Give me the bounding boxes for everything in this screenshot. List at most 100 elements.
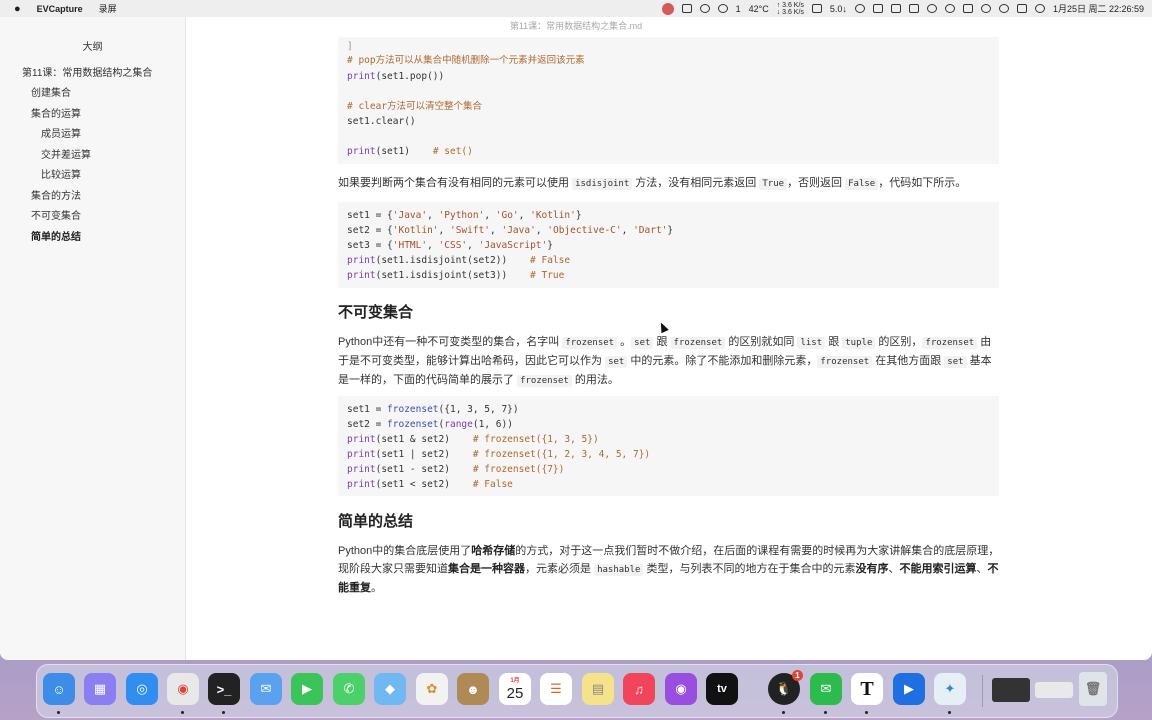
text: 类型，与列表不同的地方在于集合中的元素 xyxy=(643,563,856,575)
menu-app-name[interactable]: EVCapture xyxy=(37,4,83,14)
bluetooth-icon[interactable] xyxy=(944,4,955,13)
record-icon[interactable] xyxy=(854,4,865,13)
cpu-temp[interactable]: 42°C xyxy=(749,4,769,14)
recent-window-thumbnail[interactable] xyxy=(992,678,1030,702)
mouse-pointer-icon xyxy=(657,320,669,334)
code-builtin: print xyxy=(347,255,376,266)
text: Python中的集合底层使用了 xyxy=(338,545,472,557)
control-center-icon[interactable] xyxy=(1016,4,1027,13)
grid-icon[interactable] xyxy=(699,4,710,13)
video-app-icon[interactable]: ▶ xyxy=(893,673,925,705)
contacts-icon[interactable]: ☻ xyxy=(457,673,489,705)
inline-code: tuple xyxy=(842,337,876,349)
siri-icon[interactable] xyxy=(1034,4,1045,13)
evcapture-status-icon[interactable] xyxy=(661,2,674,15)
outline-item-methods[interactable]: 集合的方法 xyxy=(31,187,81,202)
reminders-icon[interactable]: ☰ xyxy=(540,673,572,705)
speed-indicator[interactable]: 5.0↓ xyxy=(830,4,847,14)
search-icon[interactable] xyxy=(998,4,1009,13)
wechat-icon[interactable] xyxy=(717,4,728,13)
code-line: set1 = {'Java', 'Python', 'Go', 'Kotlin'… xyxy=(347,209,582,223)
code-line: print(set1 - set2) # frozenset({7}) xyxy=(347,463,564,477)
clock[interactable]: 1月25日 周二 22:26:59 xyxy=(1053,2,1144,15)
code-block-pop-clear[interactable]: ] # pop方法可以从集合中随机删除一个元素并返回该元素 print(set1… xyxy=(338,37,999,164)
code-text: set3 = { xyxy=(347,240,393,251)
code-text: , xyxy=(518,210,531,221)
trash-icon[interactable]: 🗑 xyxy=(1079,672,1107,706)
code-line: print(set1 | set2) # frozenset({1, 2, 3,… xyxy=(347,448,650,462)
safari-icon[interactable]: ◎ xyxy=(126,673,158,705)
inline-code: frozenset xyxy=(670,337,726,349)
qq-icon[interactable]: 🐧 1 xyxy=(768,670,803,705)
code-comment: # set() xyxy=(432,146,473,157)
qr-icon[interactable] xyxy=(681,4,692,13)
code-text: set1 = { xyxy=(347,210,393,221)
code-block-isdisjoint[interactable]: set1 = {'Java', 'Python', 'Go', 'Kotlin'… xyxy=(338,202,999,288)
apple-icon[interactable]: ● xyxy=(14,3,21,15)
volume-icon[interactable] xyxy=(926,4,937,13)
typora-icon[interactable]: T xyxy=(851,673,883,705)
outline-item-frozenset[interactable]: 不可变集合 xyxy=(31,207,81,222)
menu-bar: ● EVCapture 录屏 1 42°C ↑ 3.6 K/s ↓ 3.6 K/s… xyxy=(0,0,1152,18)
menu-record[interactable]: 录屏 xyxy=(99,2,117,15)
outline-title: 大纲 xyxy=(82,42,103,53)
finder-icon[interactable]: ☺ xyxy=(43,673,75,705)
code-block-frozenset[interactable]: set1 = frozenset({1, 3, 5, 7}) set2 = fr… xyxy=(338,396,999,496)
outline-item-summary[interactable]: 简单的总结 xyxy=(31,228,81,243)
text: 。 xyxy=(617,336,632,348)
inline-code: set xyxy=(631,337,654,349)
code-comment: # pop方法可以从集合中随机删除一个元素并返回该元素 xyxy=(347,55,585,66)
document-content[interactable]: ] # pop方法可以从集合中随机删除一个元素并返回该元素 print(set1… xyxy=(185,17,1152,660)
mail-icon[interactable]: ✉ xyxy=(250,673,282,705)
facetime-icon[interactable]: ▶ xyxy=(291,673,323,705)
wifi-icon[interactable] xyxy=(980,4,991,13)
calendar-icon[interactable]: 1月 25 xyxy=(499,673,531,705)
apple-tv-icon[interactable]: tv xyxy=(706,673,738,705)
code-line: print(set1.isdisjoint(set3)) # True xyxy=(347,269,564,283)
code-string: 'Java' xyxy=(392,210,428,221)
editor-window: 大纲 第11课：常用数据结构之集合 创建集合 集合的运算 成员运算 交并差运算 … xyxy=(0,17,1152,660)
terminal-icon[interactable]: >_ xyxy=(208,673,240,705)
outline-item-union-diff[interactable]: 交并差运算 xyxy=(41,146,91,161)
notification-count[interactable]: 1 xyxy=(736,4,741,14)
paragraph-frozenset: Python中还有一种不可变类型的集合，名字叫 frozenset 。 set 跟… xyxy=(338,333,1002,390)
music-icon[interactable]: ♫ xyxy=(623,673,655,705)
recent-window-thumbnail[interactable] xyxy=(1035,682,1073,698)
display-icon[interactable] xyxy=(890,4,901,13)
outline-item-create-set[interactable]: 创建集合 xyxy=(31,84,71,99)
code-comment: # frozenset({1, 3, 5}) xyxy=(472,434,599,445)
maps-icon[interactable]: ◆ xyxy=(374,673,406,705)
wechat-app-icon[interactable]: ✉ xyxy=(810,673,842,705)
dock: ☺ ▦ ◎ ◉ >_ ✉ ▶ ✆ ◆ ✿ ☻ 1月 25 ☰ ▤ ♫ ◉ tv … xyxy=(36,664,1118,718)
text: ，元素必须是 xyxy=(525,563,595,575)
messages-icon[interactable]: ✆ xyxy=(333,673,365,705)
outline-item-compare[interactable]: 比较运算 xyxy=(41,166,81,181)
chrome-icon[interactable]: ◉ xyxy=(167,673,199,705)
outline-item-set-ops[interactable]: 集合的运算 xyxy=(31,105,81,120)
battery-icon[interactable] xyxy=(962,4,973,13)
notes-icon[interactable]: ▤ xyxy=(582,673,614,705)
photos-icon[interactable]: ✿ xyxy=(416,673,448,705)
text: 在其他方面跟 xyxy=(872,355,945,367)
screen-icon[interactable] xyxy=(811,4,822,13)
code-line: print(set1.pop()) xyxy=(347,70,444,84)
outline-item-membership[interactable]: 成员运算 xyxy=(41,125,81,140)
text: 中的元素。除了不能添加和删除元素， xyxy=(627,355,818,367)
launchpad-icon[interactable]: ▦ xyxy=(84,673,116,705)
window-icon[interactable] xyxy=(872,4,883,13)
net-speed[interactable]: ↑ 3.6 K/s ↓ 3.6 K/s xyxy=(777,2,804,16)
inline-code: True xyxy=(759,178,788,190)
code-text: } xyxy=(575,210,582,221)
running-indicator xyxy=(824,711,827,714)
podcasts-icon[interactable]: ◉ xyxy=(665,673,697,705)
outline-item-lesson[interactable]: 第11课：常用数据结构之集合 xyxy=(22,64,152,79)
code-string: 'JavaScript' xyxy=(478,240,548,251)
code-builtin: print xyxy=(347,270,376,281)
scrivener-icon[interactable] xyxy=(908,4,919,13)
code-builtin: range xyxy=(444,419,473,430)
text: 。 xyxy=(371,582,382,594)
code-text: (set1 | set2) xyxy=(375,449,473,460)
code-line: print(set1 & set2) # frozenset({1, 3, 5}… xyxy=(347,433,599,447)
evcapture-icon[interactable]: ✦ xyxy=(934,673,966,705)
code-string: 'Dart' xyxy=(633,225,668,236)
